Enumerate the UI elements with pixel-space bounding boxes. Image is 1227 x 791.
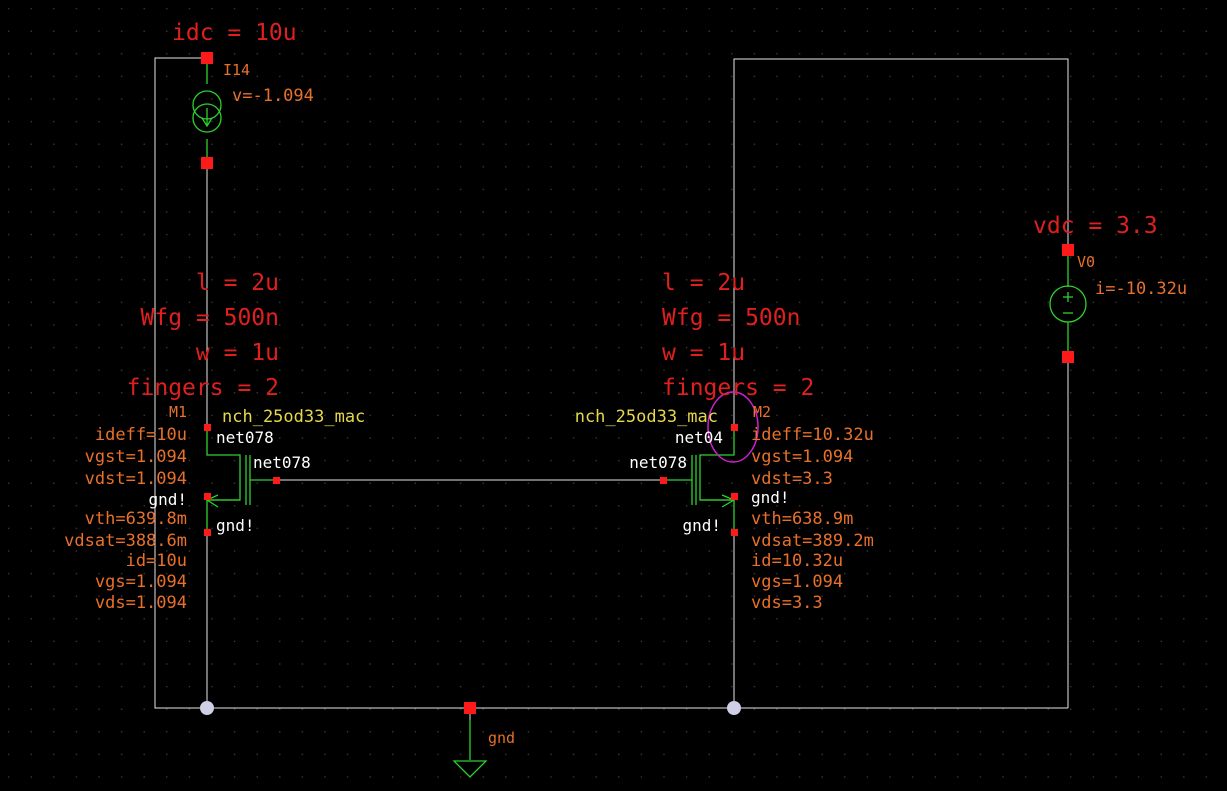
m1-op-vth: vth=639.8m — [84, 509, 187, 529]
m1-op-vgst: vgst=1.094 — [84, 447, 187, 467]
m2-param-wfg[interactable]: Wfg = 500n — [662, 307, 800, 330]
v0-param-label[interactable]: vdc = 3.3 — [1033, 215, 1158, 238]
m2-op-vth: vth=638.9m — [751, 509, 854, 529]
pin-m1-drain[interactable] — [204, 424, 211, 431]
m1-instance-name[interactable]: M1 — [169, 405, 187, 420]
pin-i14-top[interactable] — [201, 52, 213, 64]
m2-instance-name[interactable]: M2 — [753, 405, 771, 420]
junction-dot-right — [727, 701, 741, 715]
m2-op-vgst: vgst=1.094 — [751, 447, 854, 467]
m2-bulk-net: gnd! — [751, 488, 790, 507]
m2-op-vdsat: vdsat=389.2m — [751, 531, 874, 551]
m1-source-net: gnd! — [216, 516, 255, 535]
m1-op-vgs: vgs=1.094 — [94, 572, 187, 592]
m2-param-fingers[interactable]: fingers = 2 — [662, 377, 814, 400]
pin-m1-bulk[interactable] — [204, 493, 211, 500]
pin-v0-top[interactable] — [1062, 244, 1074, 256]
v0-op-current: i=-10.32u — [1095, 279, 1188, 299]
m1-op-vdst: vdst=1.094 — [84, 469, 187, 489]
m2-op-vdst: vdst=3.3 — [751, 469, 833, 489]
m1-bulk-net: gnd! — [148, 490, 187, 509]
m1-param-l[interactable]: l = 2u — [196, 272, 279, 295]
m1-op-ideff: ideff=10u — [94, 425, 187, 445]
m1-op-id: id=10u — [125, 551, 187, 571]
i14-op-voltage: v=-1.094 — [232, 86, 314, 106]
pin-m1-source[interactable] — [204, 529, 211, 536]
m1-model-name: nch_25od33_mac — [222, 407, 366, 427]
m1-drain-net[interactable]: net078 — [216, 430, 274, 446]
m1-param-fingers[interactable]: fingers = 2 — [127, 377, 279, 400]
pin-m2-gate[interactable] — [660, 477, 667, 484]
schematic-canvas[interactable]: idc = 10u I14 v=-1.094 vdc = 3.3 V0 i=-1… — [0, 0, 1227, 791]
m2-model-name: nch_25od33_mac — [574, 407, 718, 427]
m1-param-w[interactable]: w = 1u — [196, 342, 279, 365]
pin-m2-drain[interactable] — [731, 424, 738, 431]
pin-gnd[interactable] — [464, 702, 476, 714]
m2-drain-net[interactable]: net04 — [675, 430, 723, 446]
m2-op-vds: vds=3.3 — [751, 593, 823, 613]
pin-m1-gate[interactable] — [273, 477, 280, 484]
m2-param-l[interactable]: l = 2u — [662, 272, 745, 295]
pin-m2-bulk[interactable] — [731, 493, 738, 500]
m1-param-wfg[interactable]: Wfg = 500n — [141, 307, 279, 330]
m2-gate-net[interactable]: net078 — [629, 455, 687, 471]
m1-op-vds: vds=1.094 — [94, 593, 187, 613]
m2-op-vgs: vgs=1.094 — [751, 572, 844, 592]
m2-op-ideff: ideff=10.32u — [751, 425, 874, 445]
ground-net-label: gnd — [488, 729, 516, 747]
m2-param-w[interactable]: w = 1u — [662, 342, 745, 365]
m1-op-vdsat: vdsat=388.6m — [64, 531, 187, 551]
i14-param-label[interactable]: idc = 10u — [172, 22, 297, 45]
junction-dot-left — [200, 701, 214, 715]
m2-op-id: id=10.32u — [751, 551, 844, 571]
m1-gate-net[interactable]: net078 — [253, 455, 311, 471]
v0-instance-name[interactable]: V0 — [1077, 255, 1095, 270]
pin-i14-bottom[interactable] — [201, 157, 213, 169]
i14-instance-name[interactable]: I14 — [223, 63, 250, 78]
pin-v0-bottom[interactable] — [1062, 351, 1074, 363]
pin-m2-source[interactable] — [731, 529, 738, 536]
m2-source-net: gnd! — [682, 516, 721, 535]
